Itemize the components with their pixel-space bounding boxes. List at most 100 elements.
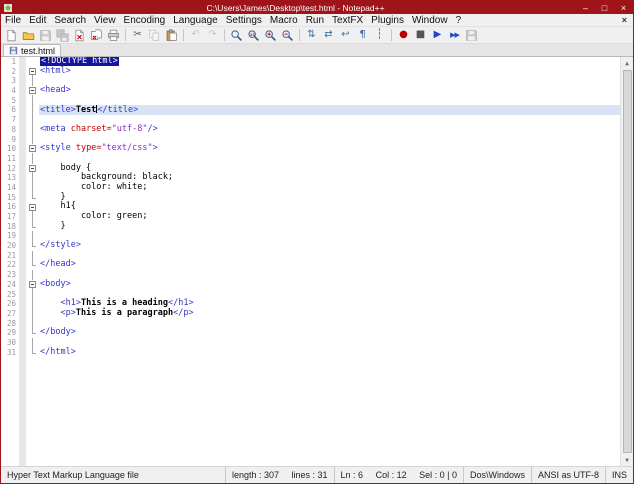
- menu-item-search[interactable]: Search: [50, 14, 90, 26]
- editor[interactable]: 1<!DOCTYPE html>2<html>34<head>56<title>…: [1, 57, 633, 466]
- code-segment: >: [153, 143, 158, 153]
- fold-collapse-box[interactable]: [26, 202, 39, 212]
- code-line[interactable]: <title>Test</title>: [39, 105, 620, 115]
- code-line[interactable]: [39, 76, 620, 86]
- sync-vertical-scroll-icon[interactable]: ⇅: [304, 28, 319, 43]
- menu-item-file[interactable]: File: [1, 14, 25, 26]
- fold-minus-icon[interactable]: [29, 87, 36, 94]
- zoom-out-icon[interactable]: [280, 28, 295, 43]
- fold-collapse-box[interactable]: [26, 280, 39, 290]
- fold-minus-icon[interactable]: [29, 68, 36, 75]
- code-line[interactable]: </head>: [39, 260, 620, 270]
- new-file-icon[interactable]: [4, 28, 19, 43]
- menu-item-plugins[interactable]: Plugins: [367, 14, 408, 26]
- fold-guide-line: [26, 231, 39, 241]
- code-line[interactable]: <!DOCTYPE html>: [39, 57, 620, 67]
- code-line[interactable]: [39, 270, 620, 280]
- code-line[interactable]: }: [39, 222, 620, 232]
- save-icon[interactable]: [38, 28, 53, 43]
- code-line[interactable]: color: white;: [39, 183, 620, 193]
- sync-horizontal-scroll-icon[interactable]: ⇄: [321, 28, 336, 43]
- toolbar-separator: [125, 29, 126, 41]
- tab-test-html[interactable]: test.html: [3, 44, 61, 56]
- bookmark-margin: [19, 105, 26, 115]
- bookmark-margin: [19, 144, 26, 154]
- line-number: 27: [1, 309, 19, 319]
- undo-icon[interactable]: ↶: [188, 28, 203, 43]
- code-line[interactable]: <html>: [39, 67, 620, 77]
- show-all-characters-icon[interactable]: ¶: [355, 28, 370, 43]
- menu-item-view[interactable]: View: [90, 14, 120, 26]
- fold-collapse-box[interactable]: [26, 144, 39, 154]
- menu-item-settings[interactable]: Settings: [222, 14, 266, 26]
- paste-icon[interactable]: [164, 28, 179, 43]
- code-line[interactable]: [39, 231, 620, 241]
- word-wrap-icon[interactable]: ↩: [338, 28, 353, 43]
- find-icon[interactable]: [229, 28, 244, 43]
- zoom-in-icon[interactable]: [263, 28, 278, 43]
- code-line[interactable]: [39, 319, 620, 329]
- open-folder-icon[interactable]: [21, 28, 36, 43]
- run-macro-multiple-times-icon[interactable]: ▶▶: [447, 28, 462, 43]
- print-icon[interactable]: [106, 28, 121, 43]
- code-line[interactable]: <body>: [39, 280, 620, 290]
- line-number: 14: [1, 183, 19, 193]
- minimize-button[interactable]: –: [576, 1, 595, 14]
- stop-recording-icon[interactable]: ■: [413, 28, 428, 43]
- cut-icon[interactable]: ✂: [130, 28, 145, 43]
- close-file-icon[interactable]: [72, 28, 87, 43]
- code-line[interactable]: [39, 338, 620, 348]
- code-line[interactable]: }: [39, 193, 620, 203]
- code-line[interactable]: <style type="text/css">: [39, 144, 620, 154]
- menu-item-window[interactable]: Window: [408, 14, 452, 26]
- fold-collapse-box[interactable]: [26, 164, 39, 174]
- code-line[interactable]: <meta charset="utf-8"/>: [39, 125, 620, 135]
- fold-minus-icon[interactable]: [29, 145, 36, 152]
- editor-line: 11: [1, 154, 620, 164]
- fold-minus-icon[interactable]: [29, 281, 36, 288]
- scroll-down-button[interactable]: ▼: [621, 454, 634, 466]
- code-line[interactable]: </style>: [39, 241, 620, 251]
- code-line[interactable]: [39, 251, 620, 261]
- play-macro-icon[interactable]: ▶: [430, 28, 445, 43]
- code-line[interactable]: [39, 154, 620, 164]
- fold-collapse-box[interactable]: [26, 67, 39, 77]
- code-segment: </body>: [40, 327, 76, 337]
- fold-collapse-box[interactable]: [26, 86, 39, 96]
- menu-item-textfx[interactable]: TextFX: [328, 14, 367, 26]
- code-segment: color: green;: [40, 211, 147, 221]
- menu-item-macro[interactable]: Macro: [266, 14, 302, 26]
- menu-item-encoding[interactable]: Encoding: [120, 14, 170, 26]
- record-macro-icon[interactable]: ●: [396, 28, 411, 43]
- replace-icon[interactable]: ab: [246, 28, 261, 43]
- code-line[interactable]: color: green;: [39, 212, 620, 222]
- redo-icon[interactable]: ↷: [205, 28, 220, 43]
- line-number: 4: [1, 86, 19, 96]
- indent-guide-icon[interactable]: ┆: [372, 28, 387, 43]
- menu-item-edit[interactable]: Edit: [25, 14, 50, 26]
- code-line[interactable]: </html>: [39, 348, 620, 358]
- line-number: 24: [1, 280, 19, 290]
- scroll-up-button[interactable]: ▲: [621, 57, 634, 69]
- save-all-icon[interactable]: [55, 28, 70, 43]
- code-line[interactable]: <p>This is a paragraph</p>: [39, 309, 620, 319]
- close-button[interactable]: ×: [614, 1, 633, 14]
- code-line[interactable]: [39, 96, 620, 106]
- code-line[interactable]: <head>: [39, 86, 620, 96]
- menu-item-run[interactable]: Run: [302, 14, 328, 26]
- maximize-button[interactable]: □: [595, 1, 614, 14]
- line-number: 1: [1, 57, 19, 67]
- menubar-close-document-button[interactable]: ×: [616, 15, 633, 25]
- code-segment: <style: [40, 143, 76, 153]
- fold-minus-icon[interactable]: [29, 165, 36, 172]
- bookmark-margin: [19, 212, 26, 222]
- scrollbar-thumb[interactable]: [623, 70, 632, 453]
- code-line[interactable]: </body>: [39, 328, 620, 338]
- close-all-icon[interactable]: [89, 28, 104, 43]
- copy-icon[interactable]: [147, 28, 162, 43]
- menu-item-help[interactable]: ?: [452, 14, 466, 26]
- editor-line: 10<style type="text/css">: [1, 144, 620, 154]
- fold-minus-icon[interactable]: [29, 204, 36, 211]
- save-macro-icon[interactable]: [464, 28, 479, 43]
- menu-item-language[interactable]: Language: [169, 14, 222, 26]
